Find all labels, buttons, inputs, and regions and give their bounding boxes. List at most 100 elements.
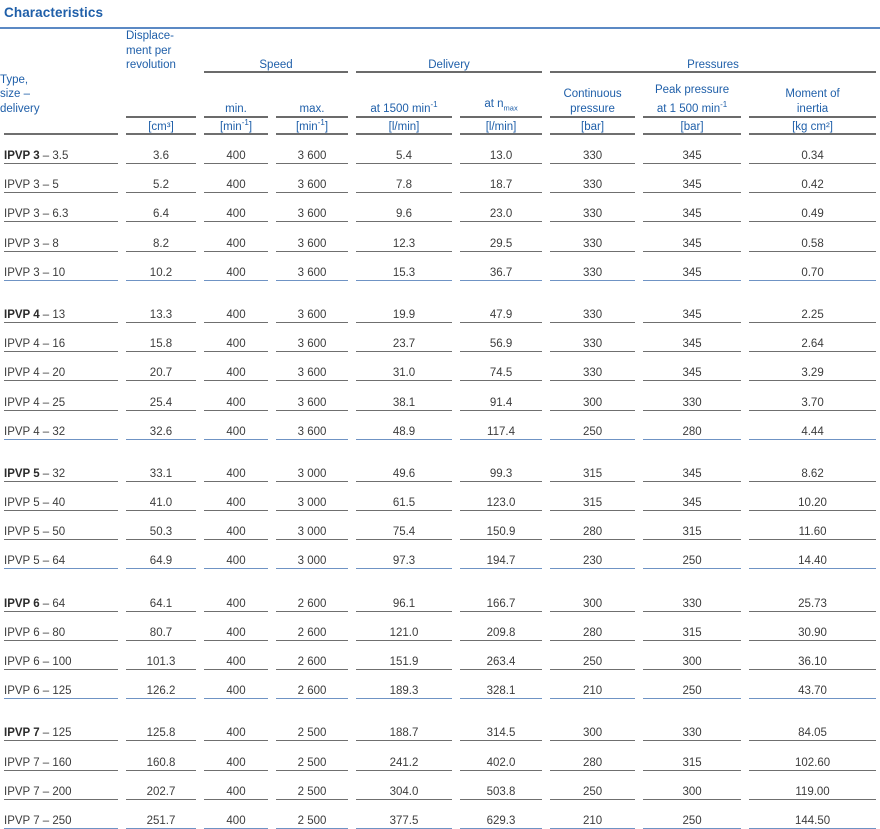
cell-type-bold: IPVP 4 — [4, 308, 40, 321]
cell-delivery-nmax: 263.4 — [486, 656, 516, 669]
cell-continuous-pressure: 230 — [582, 555, 603, 568]
cell-peak-pressure: 250 — [682, 685, 702, 698]
table-row[interactable]: IPVP 4 – 32 32.6 400 3 600 48.9 117.4 250 280 4.… — [0, 411, 880, 439]
cell-delivery-1500: 189.3 — [389, 685, 419, 698]
cell-peak-pressure: 345 — [682, 338, 702, 351]
cell-delivery-nmax: 166.7 — [486, 597, 516, 610]
table-row[interactable]: IPVP 7 – 125 125.8 400 2 500 188.7 314.5 300 33… — [0, 712, 880, 740]
cell-peak-pressure: 345 — [682, 497, 702, 510]
cell-moment-of-inertia: 119.00 — [795, 785, 830, 798]
header-displacement-line2: ment per — [126, 44, 172, 57]
cell-continuous-pressure: 300 — [582, 597, 603, 610]
cell-type: IPVP 6 – 80 — [4, 626, 66, 639]
cell-peak-pressure: 315 — [682, 526, 702, 539]
cell-speed-min: 400 — [226, 396, 246, 409]
table-row[interactable]: IPVP 3 – 6.3 6.4 400 3 600 9.6 23.0 330 345 0.49 — [0, 193, 880, 221]
cell-delivery-nmax: 56.9 — [489, 338, 513, 351]
table-row[interactable]: IPVP 6 – 100 101.3 400 2 600 151.9 263.4 250 30… — [0, 641, 880, 669]
cell-moment-of-inertia: 0.70 — [801, 266, 824, 279]
cell-type: IPVP 4 – 25 — [4, 396, 66, 409]
header-delivery-nmax-sub: max — [503, 103, 518, 113]
table-row[interactable]: IPVP 5 – 32 33.1 400 3 000 49.6 99.3 315 345 8.6… — [0, 453, 880, 481]
cell-speed-max: 3 000 — [297, 555, 327, 568]
cell-speed-max: 2 600 — [297, 626, 327, 639]
unit-displacement: [cm³] — [148, 120, 174, 133]
cell-continuous-pressure: 250 — [582, 425, 603, 438]
group-gap-cell — [0, 699, 880, 712]
cell-displacement: 25.4 — [149, 396, 173, 409]
cell-continuous-pressure: 330 — [582, 179, 603, 192]
table-row[interactable]: IPVP 3 – 10 10.2 400 3 600 15.3 36.7 330 345 0.7… — [0, 252, 880, 280]
unit-moment-of-inertia: [kg cm²] — [792, 120, 833, 133]
table-header: Displace- ment per revolution Speed Deli… — [0, 29, 880, 135]
table-row[interactable]: IPVP 5 – 40 41.0 400 3 000 61.5 123.0 315 345 10… — [0, 482, 880, 510]
cell-speed-min: 400 — [226, 367, 246, 380]
unit-type — [0, 118, 122, 133]
cell-type: IPVP 7 – 125 — [0, 712, 122, 740]
cell-delivery-1500: 61.5 — [392, 497, 416, 510]
cell-continuous-pressure: 210 — [582, 685, 603, 698]
cell-moment-of-inertia: 102.60 — [794, 756, 831, 769]
cell-continuous-pressure: 210 — [582, 814, 603, 827]
table-row[interactable]: IPVP 3 – 3.5 3.6 400 3 600 5.4 13.0 330 345 0.34 — [0, 135, 880, 163]
cell-speed-max: 2 500 — [297, 756, 327, 769]
cell-type-rest: – 13 — [39, 308, 66, 321]
cell-moment-of-inertia: 144.50 — [794, 814, 831, 827]
cell-continuous-pressure: 330 — [582, 367, 603, 380]
cell-displacement: 33.1 — [149, 467, 173, 480]
table-row[interactable]: IPVP 3 – 8 8.2 400 3 600 12.3 29.5 330 345 0.58 — [0, 222, 880, 250]
cell-speed-max: 2 600 — [297, 656, 327, 669]
cell-speed-min: 400 — [226, 597, 246, 610]
cell-displacement: 13.3 — [149, 308, 173, 321]
cell-type: IPVP 4 – 16 — [4, 338, 66, 351]
header-peak-pressure-line1: Peak pressure — [654, 84, 730, 97]
cell-type-bold: IPVP 7 — [4, 727, 40, 740]
table-row[interactable]: IPVP 4 – 25 25.4 400 3 600 38.1 91.4 300 330 3.7… — [0, 381, 880, 409]
characteristics-table: Displace- ment per revolution Speed Deli… — [0, 29, 880, 829]
cell-displacement: 50.3 — [149, 526, 173, 539]
header-moment-of-inertia-line1: Moment of — [785, 88, 840, 100]
cell-speed-min: 400 — [226, 656, 246, 669]
table-row[interactable]: IPVP 7 – 160 160.8 400 2 500 241.2 402.0 280 31… — [0, 741, 880, 769]
cell-speed-max: 3 600 — [297, 338, 327, 351]
table-body: IPVP 3 – 3.5 3.6 400 3 600 5.4 13.0 330 345 0.34… — [0, 135, 880, 829]
table-row[interactable]: IPVP 3 – 5 5.2 400 3 600 7.8 18.7 330 345 0.42 — [0, 164, 880, 192]
cell-continuous-pressure: 300 — [582, 396, 603, 409]
cell-speed-max: 2 500 — [297, 814, 327, 827]
table-row[interactable]: IPVP 6 – 125 126.2 400 2 600 189.3 328.1 210 25… — [0, 670, 880, 698]
table-row[interactable]: IPVP 4 – 20 20.7 400 3 600 31.0 74.5 330 345 3.2… — [0, 352, 880, 380]
cell-type: IPVP 3 – 6.3 — [4, 208, 69, 221]
header-displacement: Displace- ment per revolution — [122, 29, 200, 73]
cell-type: IPVP 6 – 64 — [0, 582, 122, 610]
table-row[interactable]: IPVP 5 – 50 50.3 400 3 000 75.4 150.9 280 315 11… — [0, 511, 880, 539]
unit-peak-pressure: [bar] — [680, 120, 704, 133]
header-delivery-nmax-text: at n — [484, 98, 504, 111]
table-row[interactable]: IPVP 6 – 64 64.1 400 2 600 96.1 166.7 300 330 25… — [0, 582, 880, 610]
cell-moment-of-inertia: 2.25 — [801, 308, 824, 321]
cell-moment-of-inertia: 0.58 — [801, 237, 824, 250]
cell-speed-min: 400 — [226, 727, 246, 740]
cell-displacement: 15.8 — [149, 338, 173, 351]
cell-displacement: 10.2 — [149, 266, 173, 279]
cell-delivery-nmax: 29.5 — [489, 237, 513, 250]
table-row[interactable]: IPVP 4 – 13 13.3 400 3 600 19.9 47.9 330 345 2.2… — [0, 294, 880, 322]
table-row[interactable]: IPVP 7 – 200 202.7 400 2 500 304.0 503.8 250 30… — [0, 771, 880, 799]
table-row[interactable]: IPVP 5 – 64 64.9 400 3 000 97.3 194.7 230 250 14… — [0, 540, 880, 568]
cell-displacement: 80.7 — [149, 626, 173, 639]
cell-delivery-1500: 121.0 — [389, 626, 419, 639]
cell-moment-of-inertia: 0.42 — [801, 179, 824, 192]
table-row[interactable]: IPVP 4 – 16 15.8 400 3 600 23.7 56.9 330 345 2.6… — [0, 323, 880, 351]
cell-moment-of-inertia: 0.34 — [801, 150, 824, 163]
cell-peak-pressure: 345 — [682, 308, 702, 321]
unit-delivery-1500: [l/min] — [388, 120, 420, 133]
table-row[interactable]: IPVP 6 – 80 80.7 400 2 600 121.0 209.8 280 315 3… — [0, 612, 880, 640]
header-peak-pressure: Peak pressure at 1 500 min-1 — [639, 73, 745, 117]
cell-peak-pressure: 250 — [682, 555, 702, 568]
cell-delivery-1500: 151.9 — [389, 656, 419, 669]
cell-speed-max: 2 600 — [297, 597, 327, 610]
group-gap-cell — [0, 440, 880, 453]
cell-moment-of-inertia: 2.64 — [801, 338, 824, 351]
cell-speed-min: 400 — [226, 266, 246, 279]
cell-delivery-1500: 304.0 — [389, 785, 419, 798]
table-row[interactable]: IPVP 7 – 250 251.7 400 2 500 377.5 629.3 210 25… — [0, 800, 880, 828]
